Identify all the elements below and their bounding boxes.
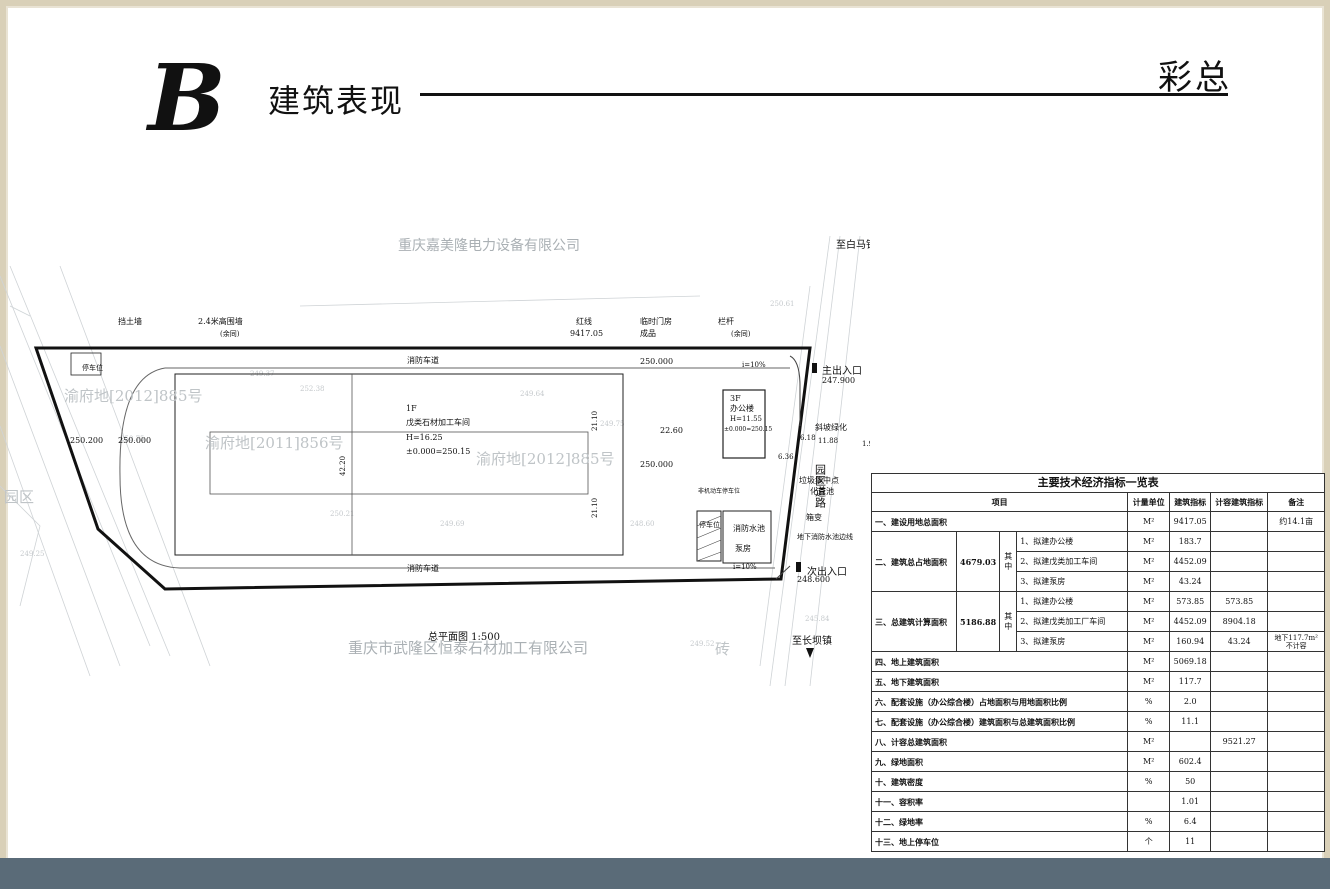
railing-same-label: (余同) bbox=[731, 329, 751, 338]
fire-pool-label: 消防水池 bbox=[733, 523, 765, 533]
pump-label: 泵房 bbox=[735, 543, 751, 553]
site-plan-drawing: 249.37252.38249.64 249.75250.21249.69 24… bbox=[0, 235, 870, 686]
north-neighbor-label: 重庆嘉美隆电力设备有限公司 bbox=[398, 237, 580, 254]
table-row: 二、建筑总占地面积 4679.03 其中 1、拟建办公楼 M² 183.7 bbox=[871, 531, 1326, 592]
footer-band bbox=[0, 858, 1330, 889]
section-logo: B bbox=[148, 44, 226, 152]
fire-lane-ring bbox=[119, 367, 790, 569]
direction-arrow-icon bbox=[806, 648, 814, 658]
dimension-6: 42.20 bbox=[339, 456, 347, 476]
table-row: 七、配套设施（办公综合楼）建筑面积与总建筑面积比例 % 11.1 bbox=[870, 711, 1326, 732]
temp-gate-label: 临时门房 bbox=[640, 316, 672, 326]
dimension-5: 6.36 bbox=[778, 453, 794, 461]
office-height: H=11.55 bbox=[730, 415, 762, 423]
finished-label: 成品 bbox=[640, 328, 656, 338]
fire-pool-outline bbox=[722, 510, 772, 564]
site-boundary bbox=[33, 346, 812, 591]
office-floors: 3F bbox=[730, 394, 741, 403]
dimension-3: 1.90 bbox=[862, 440, 870, 448]
svg-text:249.69: 249.69 bbox=[440, 520, 465, 528]
table-row: 三、总建筑计算面积 5186.88 其中 1、拟建办公楼 M² 573.85 5… bbox=[871, 591, 1326, 652]
entrance-marker-icon bbox=[796, 562, 801, 572]
header-unit: 计量单位 bbox=[1127, 492, 1171, 512]
header-note: 备注 bbox=[1267, 492, 1326, 512]
redline-area: 9417.05 bbox=[570, 329, 603, 338]
spot-elevations: 249.37252.38249.64 249.75250.21249.69 24… bbox=[20, 300, 830, 648]
table-row: 十、建筑密度 % 50 bbox=[870, 771, 1326, 792]
table-row: 六、配套设施（办公综合楼）占地面积与用地面积比例 % 2.0 bbox=[870, 691, 1326, 712]
parking-small-label: 停车位 bbox=[82, 363, 103, 372]
elevation-a: 250.000 bbox=[640, 357, 673, 366]
dimension-1: 22.60 bbox=[660, 426, 683, 435]
slope-label-1: i=10% bbox=[742, 361, 766, 369]
plan-caption: 总平面图 1:500 bbox=[428, 630, 500, 643]
workshop-name: 戊类石材加工车间 bbox=[406, 417, 470, 427]
section-title: 建筑表现 bbox=[268, 82, 405, 120]
svg-text:250.21: 250.21 bbox=[330, 510, 355, 518]
fence-same-label: (余同) bbox=[220, 329, 240, 338]
workshop-height: H=16.25 bbox=[406, 433, 443, 442]
transformer-label: 箱变 bbox=[806, 512, 822, 522]
tech-index-table: 主要技术经济指标一览表 项目 计量单位 建筑指标 计容建筑指标 备注 一、建设用… bbox=[870, 473, 1326, 852]
table-row: 十三、地上停车位 个 11 bbox=[870, 831, 1326, 852]
table-title: 主要技术经济指标一览表 bbox=[870, 473, 1326, 493]
fire-lane-bottom: 消防车道 bbox=[407, 563, 439, 573]
table-row: 一、建设用地总面积 M² 9417.05 约14.1亩 bbox=[870, 511, 1326, 532]
header-value: 建筑指标 bbox=[1169, 492, 1212, 512]
svg-text:245.84: 245.84 bbox=[805, 615, 830, 623]
svg-text:249.25: 249.25 bbox=[20, 550, 45, 558]
fire-lane-top: 消防车道 bbox=[407, 355, 439, 365]
retaining-wall-label: 挡土墙 bbox=[118, 316, 142, 326]
garden-road-label: 园区道路 bbox=[814, 464, 827, 509]
office-name: 办公楼 bbox=[730, 403, 754, 413]
office-elev: ±0.000=250.15 bbox=[724, 426, 772, 433]
svg-text:249.52: 249.52 bbox=[690, 640, 715, 648]
header-item: 项目 bbox=[870, 492, 1129, 512]
parking-label: 停车位 bbox=[699, 520, 720, 529]
header-fa: 计容建筑指标 bbox=[1210, 492, 1269, 512]
redline-label: 红线 bbox=[576, 316, 592, 326]
workshop-elev: ±0.000=250.15 bbox=[406, 447, 470, 456]
table-row: 十二、绿地率 % 6.4 bbox=[870, 811, 1326, 832]
background-lines bbox=[0, 235, 861, 686]
brick-label: 砖 bbox=[715, 640, 730, 658]
fence-label: 2.4米高围墙 bbox=[198, 316, 243, 326]
table-row: 五、地下建筑面积 M² 117.7 bbox=[870, 671, 1326, 692]
ebike-label: 非机动车停车位 bbox=[698, 487, 740, 495]
road-south-label: 至长坝镇 bbox=[792, 634, 832, 647]
fire-pool-edge-label: 地下消防水池边线 bbox=[797, 532, 853, 541]
dimension-8: 21.10 bbox=[591, 498, 599, 518]
sheet-label: 彩总 bbox=[1158, 58, 1232, 98]
svg-text:252.38: 252.38 bbox=[300, 385, 325, 393]
dimension-2: 11.88 bbox=[818, 437, 838, 445]
slope-green-label: 斜坡绿化 bbox=[815, 422, 847, 432]
table-row: 十一、容积率 1.01 bbox=[870, 791, 1326, 812]
railing-label: 栏杆 bbox=[718, 316, 734, 326]
svg-text:248.60: 248.60 bbox=[630, 520, 655, 528]
table-row: 四、地上建筑面积 M² 5069.18 bbox=[870, 651, 1326, 672]
road-north-label: 至白马镇 bbox=[836, 238, 870, 251]
header-rule bbox=[420, 93, 1228, 96]
workshop-floors: 1F bbox=[406, 404, 417, 413]
dimension-4: 6.18 bbox=[800, 434, 816, 442]
parcel-label-1: 渝府地[2012]885号 bbox=[64, 387, 203, 405]
svg-text:250.61: 250.61 bbox=[770, 300, 795, 308]
secondary-entrance-elev: 248.600 bbox=[797, 575, 830, 584]
parcel-label-3: 渝府地[2012]885号 bbox=[476, 450, 615, 468]
table-row: 九、绿地面积 M² 602.4 bbox=[870, 751, 1326, 772]
table-row: 八、计容总建筑面积 M² 9521.27 bbox=[870, 731, 1326, 752]
svg-text:249.64: 249.64 bbox=[520, 390, 545, 398]
entrance-marker-icon bbox=[812, 363, 817, 373]
elevation-b: 250.000 bbox=[118, 436, 151, 445]
suburb-label: 园区 bbox=[4, 488, 34, 506]
elevation-c: 250.000 bbox=[640, 460, 673, 469]
slope-label-2: i=10% bbox=[733, 563, 757, 571]
elevation-d: 250.200 bbox=[70, 436, 103, 445]
svg-text:249.75: 249.75 bbox=[600, 420, 625, 428]
parcel-label-2: 渝府地[2011]856号 bbox=[205, 434, 344, 452]
main-entrance-elev: 247.900 bbox=[822, 376, 855, 385]
dimension-7: 21.10 bbox=[591, 411, 599, 431]
